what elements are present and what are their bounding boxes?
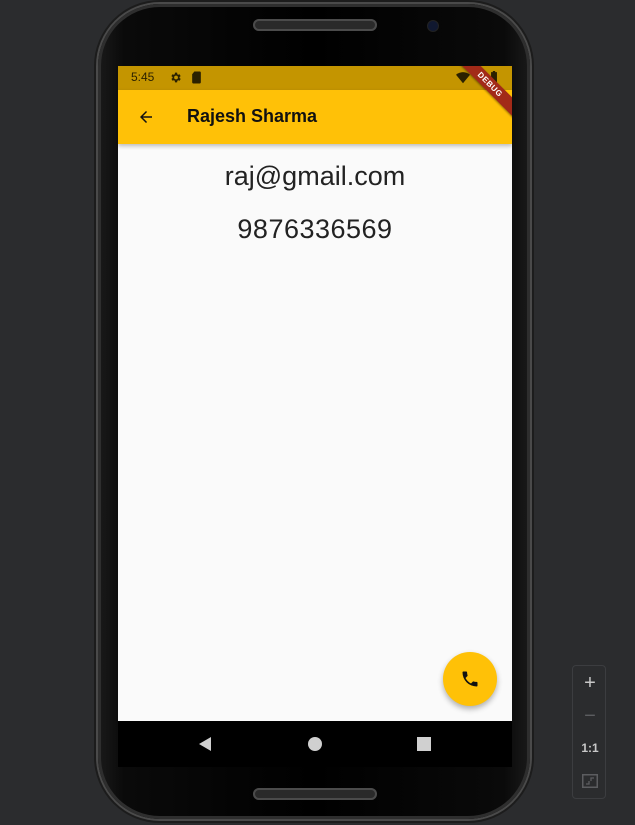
app-bar: Rajesh Sharma bbox=[118, 90, 512, 144]
back-triangle-icon bbox=[199, 737, 211, 751]
bottom-speaker bbox=[253, 788, 377, 800]
back-button[interactable] bbox=[128, 99, 164, 135]
fit-screen-button[interactable] bbox=[573, 766, 607, 796]
recents-square-icon bbox=[417, 737, 431, 751]
arrow-back-icon bbox=[140, 111, 152, 123]
actual-size-label: 1:1 bbox=[581, 741, 599, 755]
page-title: Rajesh Sharma bbox=[187, 106, 318, 126]
sd-card-icon bbox=[191, 71, 202, 89]
call-button[interactable] bbox=[443, 652, 497, 706]
zoom-out-button[interactable]: − bbox=[573, 701, 607, 731]
wifi-icon bbox=[456, 71, 470, 89]
front-camera bbox=[428, 21, 438, 31]
status-bar: 5:45 bbox=[118, 66, 512, 90]
top-speaker bbox=[253, 19, 377, 31]
status-time: 5:45 bbox=[131, 70, 155, 84]
emulator-window: 5:45 Rajesh Sharma DEBUG raj@gmail.com 9… bbox=[0, 0, 635, 825]
nav-recents-button[interactable] bbox=[412, 732, 436, 756]
zoom-controls: + − 1:1 bbox=[572, 665, 606, 799]
device-screen: 5:45 Rajesh Sharma DEBUG raj@gmail.com 9… bbox=[118, 66, 512, 767]
home-circle-icon bbox=[308, 737, 322, 751]
contact-email: raj@gmail.com bbox=[224, 161, 406, 191]
nav-home-button[interactable] bbox=[303, 732, 327, 756]
navigation-bar bbox=[118, 721, 512, 767]
phone-icon bbox=[462, 671, 478, 687]
nav-back-button[interactable] bbox=[193, 732, 217, 756]
actual-size-button[interactable]: 1:1 bbox=[573, 733, 607, 763]
contact-phone: 9876336569 bbox=[237, 214, 393, 244]
gear-icon bbox=[169, 71, 182, 89]
fit-screen-icon bbox=[582, 774, 598, 788]
zoom-in-button[interactable]: + bbox=[573, 668, 607, 698]
